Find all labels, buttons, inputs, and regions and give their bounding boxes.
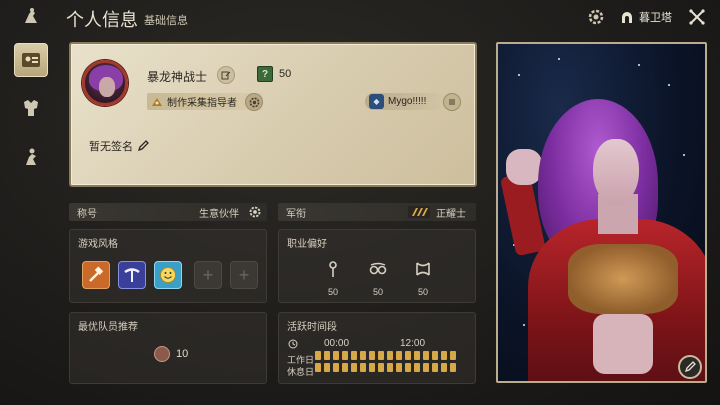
gathering-pick-icon[interactable] — [118, 261, 146, 289]
sidebar-item-equipment[interactable] — [14, 91, 48, 125]
play-style-title: 游戏风格 — [78, 239, 118, 250]
job-dps-value: 50 — [417, 287, 428, 297]
weekday-slots — [315, 351, 456, 360]
home-arch-icon — [622, 12, 632, 23]
character-level: 50 — [279, 68, 292, 80]
job-dps: 50 — [408, 260, 438, 297]
play-style-panel: 游戏风格 + + — [69, 229, 267, 303]
avatar[interactable] — [82, 60, 128, 106]
character-portrait — [496, 42, 707, 383]
job-preference-title: 职业偏好 — [287, 239, 327, 250]
signature[interactable]: 暂无签名 — [89, 138, 149, 154]
sidebar — [0, 0, 62, 405]
home-location[interactable]: 暮卫塔 — [620, 9, 672, 25]
party-recommend-count[interactable]: 10 — [154, 346, 188, 362]
free-company-menu-button[interactable] — [443, 93, 461, 111]
party-recommend-value: 10 — [176, 348, 189, 360]
tank-icon — [329, 261, 337, 277]
close-icon[interactable] — [688, 8, 706, 26]
portrait-edit-button[interactable] — [678, 355, 702, 379]
page-subtitle: 基础信息 — [144, 15, 188, 27]
crafting-hammer-icon[interactable] — [82, 261, 110, 289]
rank-value: 正耀士 — [436, 208, 466, 220]
gear-icon[interactable] — [249, 206, 261, 218]
dps-icon — [416, 262, 430, 276]
active-time-panel: 活跃时间段 00:00 12:00 工作日 休息日 — [278, 312, 476, 384]
job-healer: 50 — [363, 260, 393, 297]
gear-icon — [249, 97, 259, 107]
armor-icon — [24, 100, 38, 116]
character-name: 暴龙神战士 — [147, 70, 208, 84]
rank-insignia-icon — [408, 206, 430, 218]
active-time-grid — [315, 351, 456, 375]
job-tank: 50 — [318, 260, 348, 297]
healer-icon — [369, 262, 387, 275]
free-company-crest-icon: ◆ — [369, 94, 384, 109]
nickname-value: 生意伙伴 — [199, 208, 239, 220]
page-title: 个人信息 — [66, 10, 138, 31]
job-healer-value: 50 — [372, 287, 383, 297]
clock-icon — [288, 339, 298, 349]
holiday-slots — [315, 363, 456, 372]
nickname-row[interactable]: 称号 生意伙伴 — [69, 203, 267, 221]
smile-icon[interactable] — [154, 261, 182, 289]
free-company-tag[interactable]: ◆ Mygo!!!!! — [365, 93, 445, 110]
rank-label: 军衔 — [286, 208, 306, 220]
pencil-icon — [684, 361, 696, 373]
level-icon: ? — [257, 66, 273, 82]
title-tag-label: 制作采集指导者 — [167, 98, 237, 109]
heart-badge-icon — [154, 346, 170, 362]
title-settings-button[interactable] — [245, 93, 263, 111]
pencil-icon — [137, 140, 149, 152]
settings-gear-icon[interactable] — [588, 9, 604, 25]
home-location-label: 暮卫塔 — [639, 12, 672, 24]
party-recommend-title: 最优队员推荐 — [78, 322, 138, 333]
edit-name-icon — [221, 71, 231, 80]
free-company-name: Mygo!!!!! — [388, 96, 427, 107]
time-mid: 12:00 — [400, 338, 426, 349]
name-options-button[interactable] — [217, 66, 235, 84]
holiday-label: 休息日 — [287, 367, 315, 377]
rank-row: 军衔 正耀士 — [278, 203, 476, 221]
active-time-title: 活跃时间段 — [287, 322, 337, 333]
profile-card: 暴龙神战士 ? 50 制作采集指导者 ◆ Mygo!!!!! 暂无签名 — [69, 42, 477, 187]
party-recommend-panel: 最优队员推荐 10 — [69, 312, 267, 384]
job-tank-value: 50 — [327, 287, 338, 297]
character-pose-icon — [26, 148, 36, 165]
add-style-slot[interactable]: + — [194, 261, 222, 289]
sidebar-item-portrait[interactable] — [14, 140, 48, 174]
id-card-icon — [22, 53, 40, 67]
character-menu-icon[interactable] — [17, 4, 45, 28]
signature-text: 暂无签名 — [89, 141, 133, 153]
job-preference-panel: 职业偏好 50 50 50 — [278, 229, 476, 303]
nickname-label: 称号 — [77, 208, 97, 220]
list-icon — [449, 99, 455, 105]
add-style-slot[interactable]: + — [230, 261, 258, 289]
crafting-badge-icon — [152, 97, 162, 106]
sidebar-item-profile[interactable] — [14, 43, 48, 77]
time-start: 00:00 — [324, 338, 350, 349]
